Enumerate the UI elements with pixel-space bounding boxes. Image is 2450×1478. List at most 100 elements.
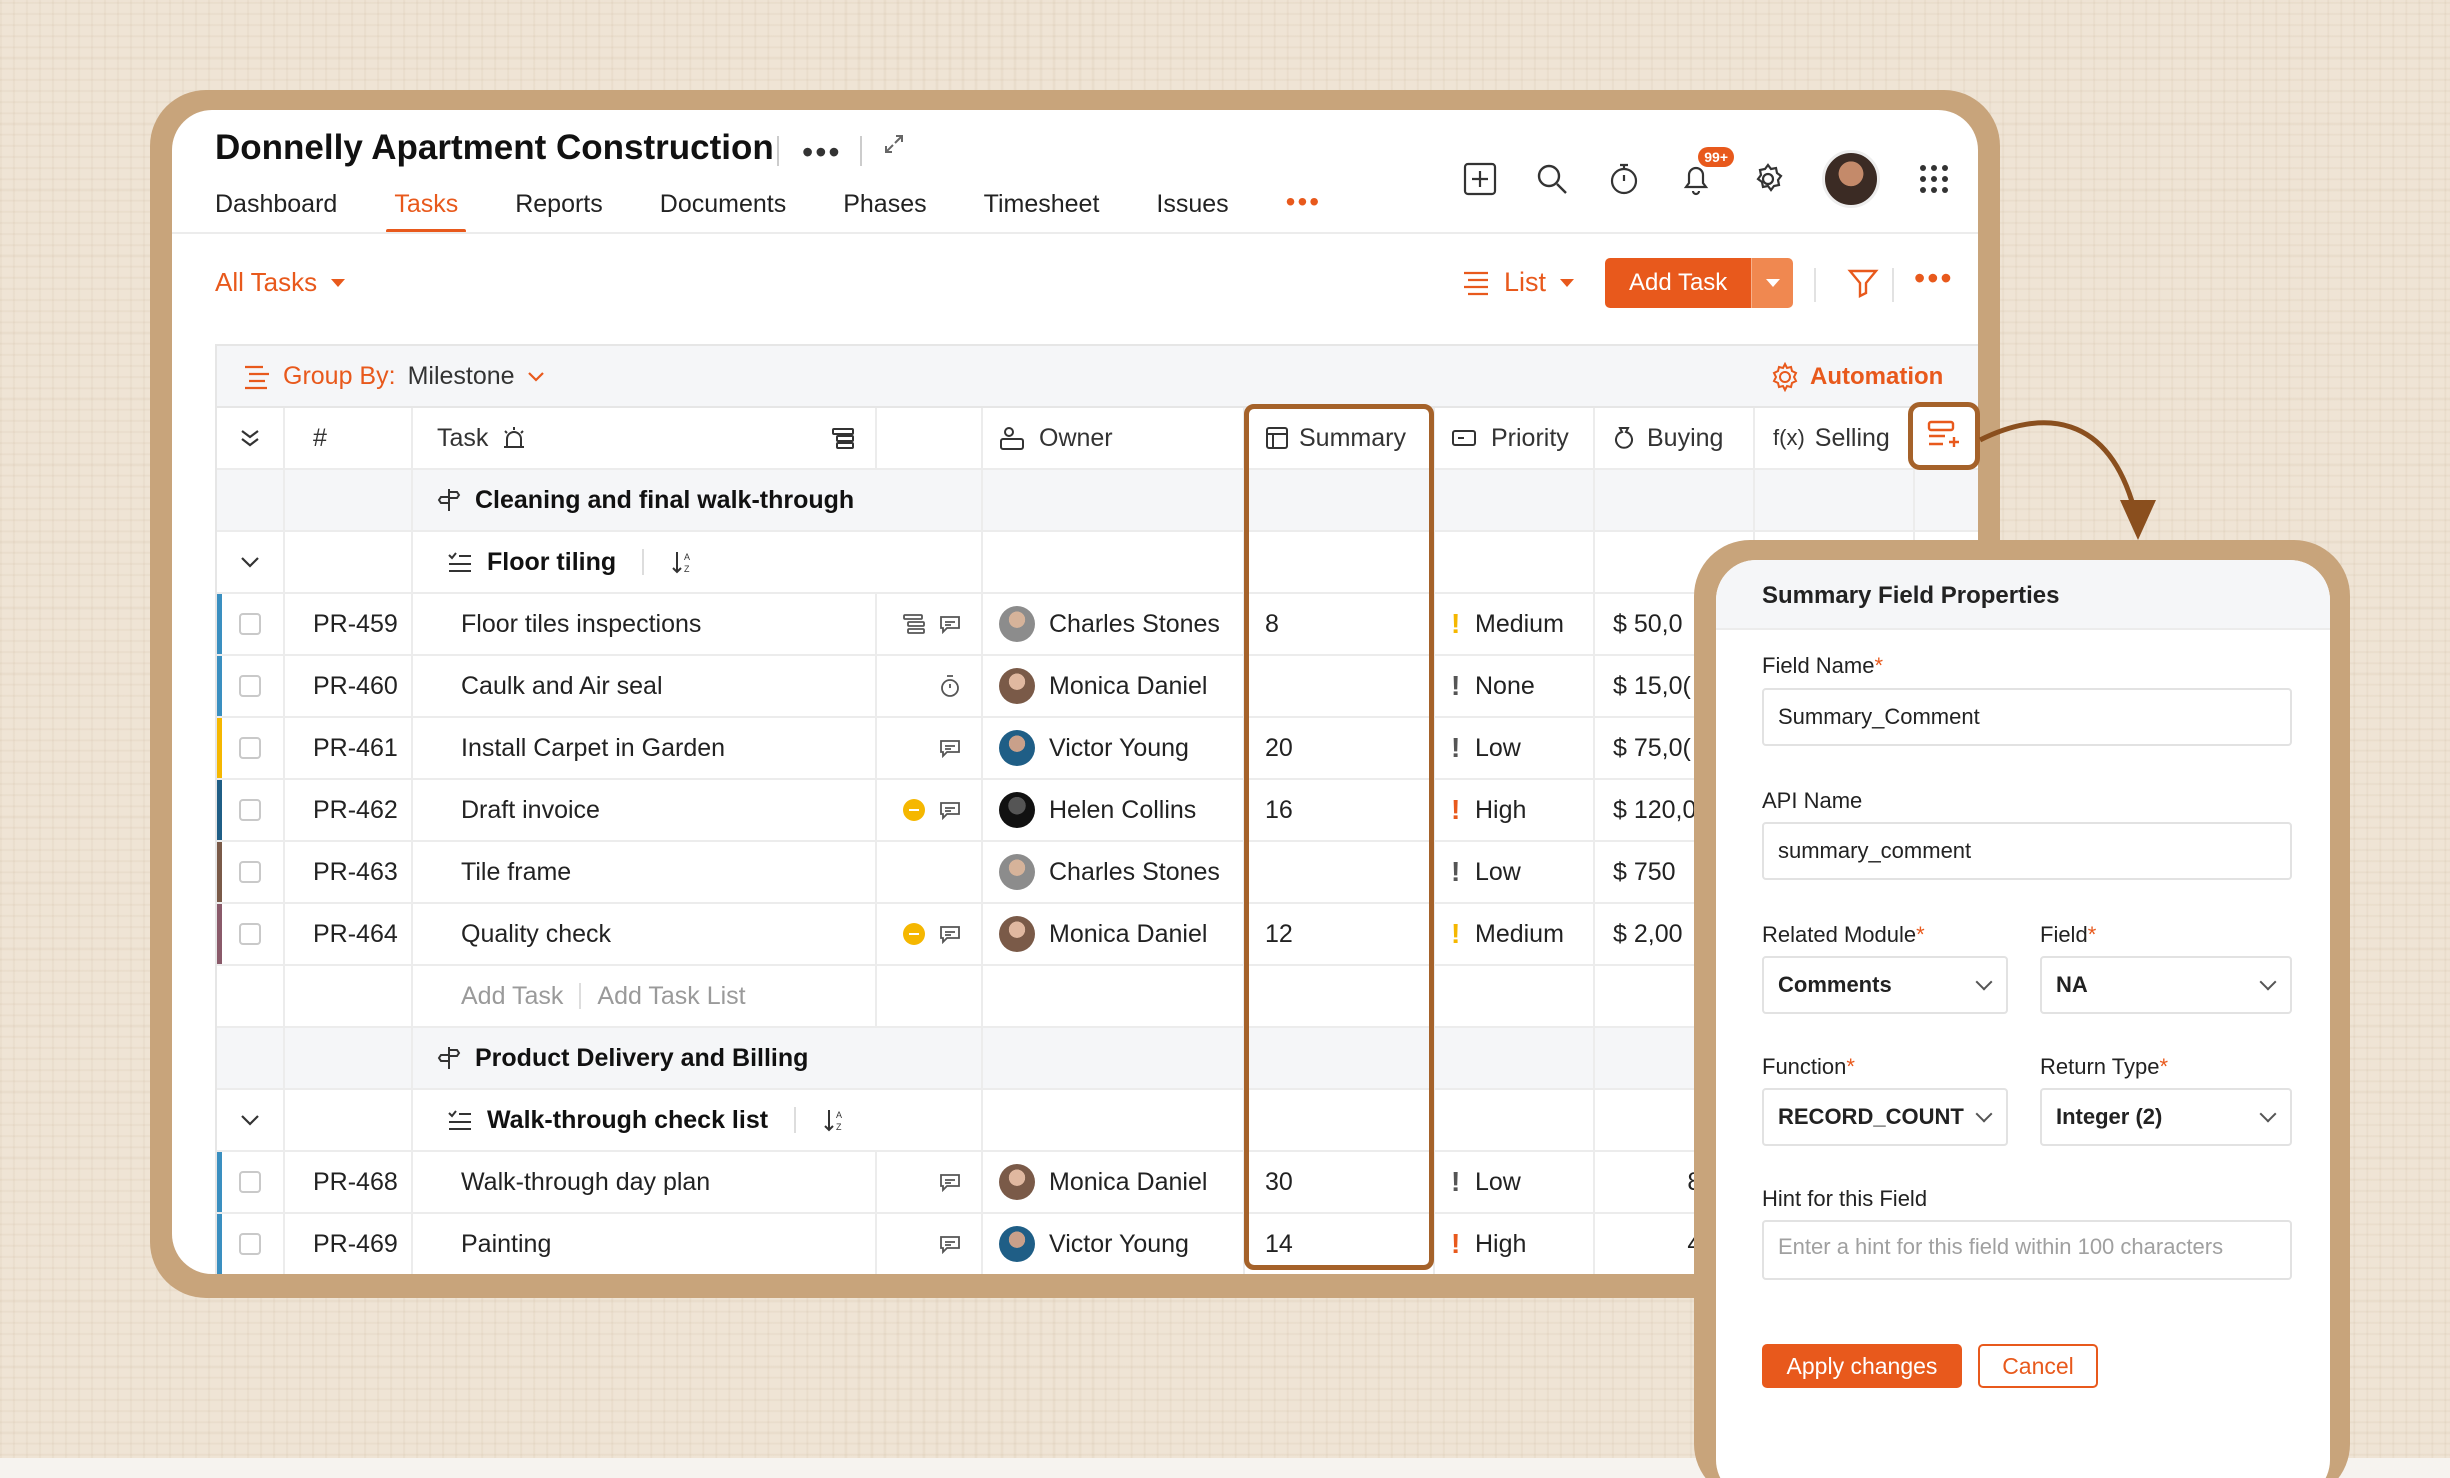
tab-dashboard[interactable]: Dashboard [215,190,337,233]
filter-icon[interactable] [1847,267,1879,304]
timer-icon[interactable] [1606,161,1642,197]
related-module-select[interactable]: Comments [1762,956,2008,1014]
task-id[interactable]: PR-464 [285,904,413,964]
col-buying[interactable]: Buying [1595,408,1755,468]
col-summary[interactable]: Summary [1245,408,1435,468]
add-task-link[interactable]: Add Task [461,982,563,1011]
app-grid-icon[interactable] [1916,161,1952,197]
milestone-row[interactable]: Cleaning and final walk-through [217,470,1978,532]
add-task-list-link[interactable]: Add Task List [597,982,745,1011]
view-switcher[interactable]: List [1462,267,1575,298]
task-name[interactable]: Walk-through day plan [413,1152,877,1212]
row-checkbox[interactable] [217,1152,285,1212]
tab-issues[interactable]: Issues [1156,190,1228,233]
task-name[interactable]: Painting [413,1214,877,1274]
owner-cell[interactable]: Monica Daniel [983,904,1245,964]
nav-more-icon[interactable]: ••• [1286,186,1321,233]
priority-cell[interactable]: ! Low [1435,718,1595,778]
all-tasks-dropdown[interactable]: All Tasks [215,267,346,298]
priority-cell[interactable]: ! Low [1435,842,1595,902]
project-more-icon[interactable]: ••• [802,134,842,171]
checkbox[interactable] [239,861,261,883]
row-checkbox[interactable] [217,1214,285,1274]
user-avatar[interactable] [1822,150,1880,208]
task-id[interactable]: PR-463 [285,842,413,902]
add-task-dropdown[interactable] [1751,258,1794,308]
task-name[interactable]: Install Carpet in Garden [413,718,877,778]
row-checkbox[interactable] [217,718,285,778]
owner-cell[interactable]: Victor Young [983,1214,1245,1274]
group-by-dropdown[interactable]: Group By: Milestone [243,362,545,391]
tab-timesheet[interactable]: Timesheet [984,190,1100,233]
task-id[interactable]: PR-459 [285,594,413,654]
col-task[interactable]: Task [413,408,877,468]
owner-cell[interactable]: Charles Stones [983,594,1245,654]
owner-cell[interactable]: Charles Stones [983,842,1245,902]
status-dot-icon [903,799,925,821]
expand-icon[interactable] [882,132,906,163]
tab-tasks[interactable]: Tasks [386,190,467,233]
owner-cell[interactable]: Monica Daniel [983,656,1245,716]
task-name[interactable]: Caulk and Air seal [413,656,877,716]
avatar [999,1226,1035,1262]
row-checkbox[interactable] [217,780,285,840]
gear-icon[interactable] [1750,161,1786,197]
col-priority[interactable]: Priority [1435,408,1595,468]
col-selling[interactable]: f(x) Selling [1755,408,1915,468]
related-module-label-text: Related Module [1762,922,1917,947]
tab-reports[interactable]: Reports [515,190,603,233]
owner-cell[interactable]: Victor Young [983,718,1245,778]
toolbar-more-icon[interactable]: ••• [1914,260,1954,297]
task-id[interactable]: PR-468 [285,1152,413,1212]
col-owner[interactable]: Owner [983,408,1245,468]
priority-cell[interactable]: ! None [1435,656,1595,716]
row-checkbox[interactable] [217,904,285,964]
owner-cell[interactable]: Helen Collins [983,780,1245,840]
owner-name: Monica Daniel [1049,919,1208,948]
task-id[interactable]: PR-461 [285,718,413,778]
tab-phases[interactable]: Phases [843,190,926,233]
row-checkbox[interactable] [217,842,285,902]
cell [285,966,413,1026]
collapse-icon[interactable] [217,532,285,592]
checkbox[interactable] [239,799,261,821]
return-type-value: Integer (2) [2056,1104,2163,1129]
cancel-button[interactable]: Cancel [1978,1344,2098,1388]
add-icon[interactable] [1462,161,1498,197]
priority-cell[interactable]: ! Medium [1435,594,1595,654]
row-checkbox[interactable] [217,594,285,654]
task-name[interactable]: Floor tiles inspections [413,594,877,654]
api-name-input[interactable]: summary_comment [1762,822,2292,880]
task-id[interactable]: PR-469 [285,1214,413,1274]
collapse-all-icon[interactable] [217,408,285,468]
checkbox[interactable] [239,1233,261,1255]
task-name[interactable]: Quality check [413,904,877,964]
priority-cell[interactable]: ! Medium [1435,904,1595,964]
priority-cell[interactable]: ! High [1435,780,1595,840]
task-name[interactable]: Tile frame [413,842,877,902]
owner-cell[interactable]: Monica Daniel [983,1152,1245,1212]
function-select[interactable]: RECORD_COUNT [1762,1088,2008,1146]
priority-cell[interactable]: ! Low [1435,1152,1595,1212]
priority-cell[interactable]: ! High [1435,1214,1595,1274]
collapse-icon[interactable] [217,1090,285,1150]
return-type-select[interactable]: Integer (2) [2040,1088,2292,1146]
field-name-input[interactable]: Summary_Comment [1762,688,2292,746]
checkbox[interactable] [239,1171,261,1193]
checkbox[interactable] [239,923,261,945]
search-icon[interactable] [1534,161,1570,197]
checkbox[interactable] [239,737,261,759]
checkbox[interactable] [239,675,261,697]
add-task-button[interactable]: Add Task [1605,258,1752,308]
field-select[interactable]: NA [2040,956,2292,1014]
automation-button[interactable]: Automation [1770,362,1943,392]
task-id[interactable]: PR-462 [285,780,413,840]
apply-changes-button[interactable]: Apply changes [1762,1344,1962,1388]
checkbox[interactable] [239,613,261,635]
task-name[interactable]: Draft invoice [413,780,877,840]
tab-documents[interactable]: Documents [660,190,786,233]
row-checkbox[interactable] [217,656,285,716]
hint-textarea[interactable]: Enter a hint for this field within 100 c… [1762,1220,2292,1280]
bell-icon[interactable]: 99+ [1678,147,1734,197]
task-id[interactable]: PR-460 [285,656,413,716]
